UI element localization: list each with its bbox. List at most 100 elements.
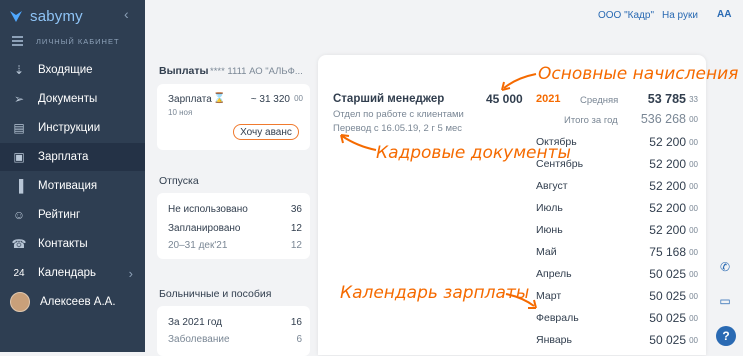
month-value-kopecks: 00 xyxy=(689,204,698,213)
month-value: 50 025 xyxy=(649,289,686,303)
total-value-kopecks: 00 xyxy=(689,115,698,124)
logo-text: sabymy xyxy=(30,7,83,25)
vacation-period-label: 20–31 дек'21 xyxy=(168,240,228,251)
sidebar-item-contacts[interactable]: ☎ Контакты xyxy=(0,230,145,258)
vacation-unused-value: 36 xyxy=(290,204,302,215)
month-value: 75 168 xyxy=(649,245,686,259)
sidebar-item-motivation[interactable]: ▐ Мотивация xyxy=(0,172,145,200)
vacation-planned-label: Запланировано xyxy=(168,223,241,234)
month-label[interactable]: Январь xyxy=(536,334,572,346)
position-salary: 45 000 xyxy=(486,92,523,106)
sidebar-item-documents[interactable]: ➢ Документы xyxy=(0,85,145,113)
help-icon[interactable]: ? xyxy=(716,326,736,346)
bank-account[interactable]: **** 1111 АО "АЛЬФ... xyxy=(210,66,303,77)
chat-icon[interactable]: ▭ xyxy=(716,292,734,310)
salary-amount-kopecks: 00 xyxy=(294,94,303,103)
sidebar-item-label: Документы xyxy=(38,93,98,105)
month-label[interactable]: Август xyxy=(536,180,568,192)
sidebar-item-rating[interactable]: ☺ Рейтинг xyxy=(0,201,145,229)
payouts-title: Выплаты xyxy=(159,65,209,77)
month-label[interactable]: Март xyxy=(536,290,561,302)
salary-amount: ~ 31 320 xyxy=(250,94,290,105)
month-value-kopecks: 00 xyxy=(689,270,698,279)
month-label[interactable]: Июнь xyxy=(536,224,563,236)
month-value: 52 200 xyxy=(649,179,686,193)
arrow-icon xyxy=(501,73,537,91)
month-label[interactable]: Февраль xyxy=(536,312,579,324)
hourglass-icon: ⌛ xyxy=(213,93,226,104)
month-value: 52 200 xyxy=(649,201,686,215)
month-value-kopecks: 00 xyxy=(689,314,698,323)
sidebar-item-profile[interactable]: Алексеев А.А. xyxy=(0,288,145,316)
average-value-kopecks: 33 xyxy=(689,95,698,104)
month-value-kopecks: 00 xyxy=(689,336,698,345)
average-value: 53 785 xyxy=(647,92,686,106)
phone-icon[interactable]: ✆ xyxy=(716,258,734,276)
send-icon: ➢ xyxy=(13,92,25,106)
wallet-icon: ▣ xyxy=(13,150,25,164)
month-label[interactable]: Май xyxy=(536,246,557,258)
month-value-kopecks: 00 xyxy=(689,226,698,235)
phone-icon: ☎ xyxy=(11,237,27,251)
annotation-main-accruals: Основные начисления xyxy=(538,64,739,84)
month-label[interactable]: Июль xyxy=(536,202,563,214)
bar-chart-icon: ▐ xyxy=(14,179,24,193)
average-label: Средняя xyxy=(580,95,619,106)
month-label[interactable]: Апрель xyxy=(536,268,572,280)
collapse-sidebar-icon[interactable]: ‹ xyxy=(124,6,129,22)
sidebar-item-instructions[interactable]: ▤ Инструкции xyxy=(0,114,145,142)
sidebar: sabymy ‹ ЛИЧНЫЙ КАБИНЕТ ⇣ Входящие ➢ Док… xyxy=(0,0,145,352)
sidebar-item-inbox[interactable]: ⇣ Входящие xyxy=(0,56,145,84)
vacation-planned-value: 12 xyxy=(290,223,302,234)
month-value-kopecks: 00 xyxy=(689,248,698,257)
calendar-icon: 24 xyxy=(13,267,25,279)
sick-illness-value: 6 xyxy=(296,334,302,345)
sidebar-item-label: Календарь xyxy=(38,267,97,279)
profile-name: Алексеев А.А. xyxy=(40,296,116,308)
top-bar: ООО "Кадр" На руки AA xyxy=(145,0,743,34)
on-hand-toggle[interactable]: На руки xyxy=(662,10,698,21)
company-selector[interactable]: ООО "Кадр" xyxy=(598,10,654,21)
menu-icon[interactable] xyxy=(12,36,23,48)
month-value-kopecks: 00 xyxy=(689,138,698,147)
chevron-right-icon[interactable]: › xyxy=(129,266,133,281)
month-value: 50 025 xyxy=(649,311,686,325)
position-title[interactable]: Старший менеджер xyxy=(333,93,444,105)
sidebar-item-calendar[interactable]: 24 Календарь › xyxy=(0,259,145,287)
month-value-kopecks: 00 xyxy=(689,182,698,191)
sick-year-value: 16 xyxy=(290,317,302,328)
vacation-unused-label: Не использовано xyxy=(168,204,248,215)
vacation-card[interactable]: Не использовано 36 Запланировано 12 20–3… xyxy=(157,193,310,259)
font-size-icon[interactable]: AA xyxy=(717,9,731,20)
month-value: 52 200 xyxy=(649,157,686,171)
department: Отдел по работе с клиентами xyxy=(333,109,464,120)
annotation-salary-calendar: Календарь зарплаты xyxy=(340,283,530,303)
total-label: Итого за год xyxy=(564,115,618,126)
month-value: 50 025 xyxy=(649,333,686,347)
vacation-period-value: 12 xyxy=(290,240,302,251)
arrow-icon xyxy=(340,134,377,151)
annotation-hr-documents: Кадровые документы xyxy=(376,143,571,163)
cabinet-label: ЛИЧНЫЙ КАБИНЕТ xyxy=(36,37,120,46)
avatar xyxy=(10,292,30,312)
people-icon: ☺ xyxy=(12,208,26,222)
sick-year-label: За 2021 год xyxy=(168,317,223,328)
book-icon: ▤ xyxy=(13,121,25,135)
saby-logo-icon xyxy=(8,8,24,24)
sidebar-item-label: Контакты xyxy=(38,238,88,250)
sidebar-item-salary[interactable]: ▣ Зарплата xyxy=(0,143,145,171)
sick-leave-card[interactable]: За 2021 год 16 Заболевание 6 xyxy=(157,306,310,356)
sidebar-item-label: Входящие xyxy=(38,64,93,76)
sidebar-item-label: Рейтинг xyxy=(38,209,81,221)
total-value: 536 268 xyxy=(640,112,686,126)
inbox-icon: ⇣ xyxy=(13,63,25,77)
sidebar-item-label: Инструкции xyxy=(38,122,101,134)
month-value: 52 200 xyxy=(649,135,686,149)
arrow-icon xyxy=(505,293,537,309)
logo[interactable]: sabymy xyxy=(8,6,83,26)
month-value-kopecks: 00 xyxy=(689,292,698,301)
month-value: 50 025 xyxy=(649,267,686,281)
year-selector[interactable]: 2021 xyxy=(536,93,560,105)
sidebar-item-label: Зарплата xyxy=(38,151,89,163)
advance-request-button[interactable]: Хочу аванс xyxy=(233,124,299,140)
